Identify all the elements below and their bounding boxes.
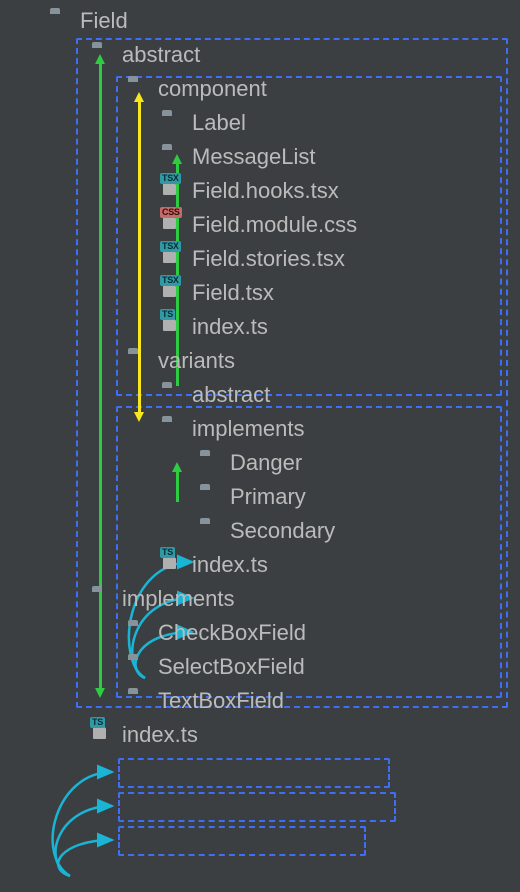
- ts-file-icon: [162, 318, 182, 336]
- folder-icon: [128, 658, 148, 676]
- tree-label: Field.stories.tsx: [192, 246, 345, 272]
- folder-icon: [128, 352, 148, 370]
- folder-icon: [162, 386, 182, 404]
- tree-label: Field.tsx: [192, 280, 274, 306]
- tree-item-label-folder[interactable]: Label: [0, 106, 520, 140]
- tree-label: abstract: [192, 382, 270, 408]
- tree-item-variants[interactable]: variants: [0, 344, 520, 378]
- folder-icon: [128, 624, 148, 642]
- folder-icon: [162, 114, 182, 132]
- tree-label: Primary: [230, 484, 306, 510]
- tree-label: index.ts: [122, 722, 198, 748]
- folder-icon: [200, 454, 220, 472]
- tree-label: Field.hooks.tsx: [192, 178, 339, 204]
- tree-item-field-stories[interactable]: Field.stories.tsx: [0, 242, 520, 276]
- tree-item-variants-abstract[interactable]: abstract: [0, 378, 520, 412]
- tree-item-variants-implements[interactable]: implements: [0, 412, 520, 446]
- folder-icon: [200, 488, 220, 506]
- tree-item-implements[interactable]: implements: [0, 582, 520, 616]
- tree-label: SelectBoxField: [158, 654, 305, 680]
- tree-item-selectboxfield[interactable]: SelectBoxField: [0, 650, 520, 684]
- tree-label: index.ts: [192, 314, 268, 340]
- folder-icon: [92, 590, 112, 608]
- ts-file-icon: [162, 556, 182, 574]
- file-tree: Field abstract component Label MessageLi…: [0, 0, 520, 752]
- tree-label: variants: [158, 348, 235, 374]
- tsx-file-icon: [162, 250, 182, 268]
- tree-item-component[interactable]: component: [0, 72, 520, 106]
- tree-item-variants-index[interactable]: index.ts: [0, 548, 520, 582]
- folder-icon: [50, 12, 70, 30]
- folder-icon: [200, 522, 220, 540]
- tree-label: implements: [192, 416, 304, 442]
- folder-icon: [92, 46, 112, 64]
- tree-item-field-hooks[interactable]: Field.hooks.tsx: [0, 174, 520, 208]
- tree-label: Label: [192, 110, 246, 136]
- tree-item-textboxfield[interactable]: TextBoxField: [0, 684, 520, 718]
- tree-label: abstract: [122, 42, 200, 68]
- tree-label: implements: [122, 586, 234, 612]
- folder-icon: [128, 80, 148, 98]
- tree-label: Danger: [230, 450, 302, 476]
- tree-item-field[interactable]: Field: [0, 4, 520, 38]
- tree-label: component: [158, 76, 267, 102]
- tree-item-secondary[interactable]: Secondary: [0, 514, 520, 548]
- tree-item-abstract[interactable]: abstract: [0, 38, 520, 72]
- tree-label: CheckBoxField: [158, 620, 306, 646]
- folder-icon: [128, 692, 148, 710]
- tree-item-field-tsx[interactable]: Field.tsx: [0, 276, 520, 310]
- tree-label: index.ts: [192, 552, 268, 578]
- tsx-file-icon: [162, 182, 182, 200]
- tree-item-field-module-css[interactable]: Field.module.css: [0, 208, 520, 242]
- tree-label: Field.module.css: [192, 212, 357, 238]
- folder-icon: [162, 420, 182, 438]
- tree-item-component-index[interactable]: index.ts: [0, 310, 520, 344]
- tree-item-primary[interactable]: Primary: [0, 480, 520, 514]
- tree-item-messagelist-folder[interactable]: MessageList: [0, 140, 520, 174]
- tree-label: Secondary: [230, 518, 335, 544]
- tree-item-implements-index[interactable]: index.ts: [0, 718, 520, 752]
- folder-icon: [162, 148, 182, 166]
- tree-item-checkboxfield[interactable]: CheckBoxField: [0, 616, 520, 650]
- tree-label: MessageList: [192, 144, 316, 170]
- css-file-icon: [162, 216, 182, 234]
- tree-label: TextBoxField: [158, 688, 284, 714]
- tree-item-danger[interactable]: Danger: [0, 446, 520, 480]
- tree-label: Field: [80, 8, 128, 34]
- ts-file-icon: [92, 726, 112, 744]
- tsx-file-icon: [162, 284, 182, 302]
